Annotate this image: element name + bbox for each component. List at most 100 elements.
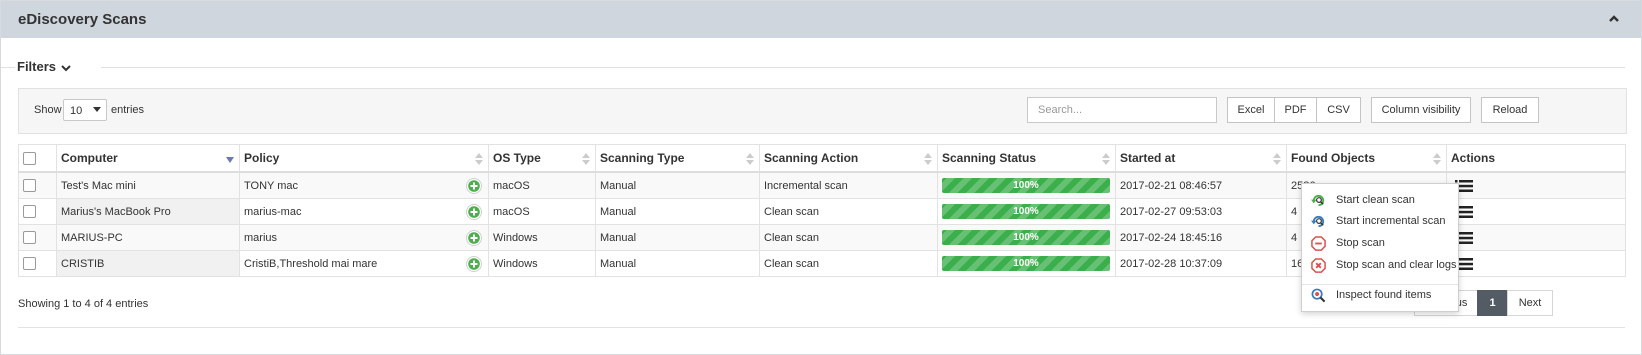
menu-item-stop-scan-clear-logs[interactable]: Stop scan and clear logs — [1302, 255, 1458, 275]
column-header-label: Policy — [244, 151, 280, 165]
column-header-scanning-type[interactable]: Scanning Type — [595, 144, 760, 173]
filters-divider — [101, 67, 1625, 68]
row-select-cell — [18, 224, 57, 251]
entries-per-page-select[interactable]: 10 — [63, 99, 107, 121]
sort-icon — [475, 153, 483, 165]
inspect-magnifier-icon — [1311, 288, 1326, 303]
sort-icon — [582, 153, 590, 165]
started-at-cell: 2017-02-24 18:45:16 — [1115, 224, 1287, 251]
started-at-cell: 2017-02-21 08:46:57 — [1115, 171, 1287, 199]
select-all-checkbox[interactable] — [23, 152, 36, 166]
row-checkbox[interactable] — [23, 257, 36, 270]
export-csv-button[interactable]: CSV — [1316, 97, 1361, 123]
plus-circle-icon[interactable] — [466, 230, 482, 246]
column-header-scanning-status[interactable]: Scanning Status — [937, 144, 1116, 173]
export-pdf-button[interactable]: PDF — [1274, 97, 1317, 123]
policy-cell: marius-mac — [239, 198, 489, 225]
column-header-actions: Actions — [1446, 144, 1626, 173]
status-progress-bar: 100% — [942, 256, 1110, 271]
sort-icon — [746, 153, 754, 165]
sort-desc-icon — [226, 157, 234, 163]
computer-cell: CRISTIB — [56, 250, 240, 277]
menu-item-label: Inspect found items — [1336, 289, 1432, 301]
reload-button[interactable]: Reload — [1481, 97, 1539, 123]
scanning-action-cell: Incremental scan — [759, 171, 938, 199]
menu-item-start-incremental-scan[interactable]: Start incremental scan — [1302, 211, 1458, 231]
dropdown-arrow-icon — [93, 107, 101, 112]
menu-item-inspect-found-items[interactable]: Inspect found items — [1302, 285, 1458, 305]
column-header-label: Found Objects — [1291, 151, 1375, 165]
menu-item-label: Stop scan — [1336, 237, 1385, 249]
actions-cell — [1446, 250, 1626, 277]
select-all-header — [18, 144, 57, 173]
table-header-row: Computer Policy OS Type Scanning Type Sc… — [18, 144, 1626, 173]
menu-item-start-clean-scan[interactable]: Start clean scan — [1302, 190, 1458, 210]
chevron-up-icon[interactable] — [1607, 12, 1621, 26]
filters-divider-left — [1, 67, 15, 68]
column-header-started-at[interactable]: Started at — [1115, 144, 1287, 173]
plus-circle-icon[interactable] — [466, 178, 482, 194]
column-header-os-type[interactable]: OS Type — [488, 144, 596, 173]
row-select-cell — [18, 171, 57, 199]
column-header-scanning-action[interactable]: Scanning Action — [759, 144, 938, 173]
sort-icon — [1433, 153, 1441, 165]
os-type-cell: Windows — [488, 224, 596, 251]
export-excel-button[interactable]: Excel — [1227, 97, 1275, 123]
menu-item-stop-scan[interactable]: Stop scan — [1302, 233, 1458, 253]
started-at-cell: 2017-02-27 09:53:03 — [1115, 198, 1287, 225]
scanning-action-cell: Clean scan — [759, 198, 938, 225]
actions-dropdown-menu: Start clean scan Start incremental scan … — [1301, 183, 1459, 312]
os-type-cell: Windows — [488, 250, 596, 277]
status-progress-bar: 100% — [942, 230, 1110, 245]
entries-per-page-value: 10 — [70, 105, 83, 117]
filters-toggle[interactable]: Filters — [17, 59, 78, 74]
computer-cell: Test's Mac mini — [56, 171, 240, 199]
actions-cell — [1446, 224, 1626, 251]
menu-item-label: Stop scan and clear logs — [1336, 259, 1457, 271]
table-info: Showing 1 to 4 of 4 entries — [18, 298, 149, 310]
computer-cell: MARIUS-PC — [56, 224, 240, 251]
scanning-type-cell: Manual — [595, 224, 760, 251]
column-header-label: OS Type — [493, 151, 541, 165]
row-checkbox[interactable] — [23, 231, 36, 244]
show-label: Show — [34, 104, 62, 116]
menu-item-label: Start incremental scan — [1336, 215, 1446, 227]
scanning-status-cell: 100% — [937, 250, 1116, 277]
column-header-found-objects[interactable]: Found Objects — [1286, 144, 1447, 173]
table-toolbar: Show 10 entries Search... Excel PDF CSV … — [18, 88, 1627, 134]
row-checkbox[interactable] — [23, 179, 36, 192]
scanning-type-cell: Manual — [595, 171, 760, 199]
bottom-divider — [18, 327, 1625, 328]
column-header-policy[interactable]: Policy — [239, 144, 489, 173]
pagination-page-1[interactable]: 1 — [1477, 290, 1508, 316]
computer-cell: Marius's MacBook Pro — [56, 198, 240, 225]
status-progress-bar: 100% — [942, 178, 1110, 193]
sort-icon — [1102, 153, 1110, 165]
plus-circle-icon[interactable] — [466, 256, 482, 272]
policy-cell: TONY mac — [239, 171, 489, 199]
column-header-label: Scanning Status — [942, 151, 1037, 165]
stop-x-icon — [1311, 258, 1326, 273]
column-header-label: Scanning Action — [764, 151, 859, 165]
policy-name: marius — [244, 231, 278, 244]
scanning-status-cell: 100% — [937, 198, 1116, 225]
pagination-next[interactable]: Next — [1507, 290, 1553, 316]
panel-header: eDiscovery Scans — [1, 1, 1641, 38]
chevron-down-icon — [61, 64, 71, 71]
ediscovery-scans-panel: eDiscovery Scans Filters Show 10 entries… — [0, 0, 1642, 355]
scanning-type-cell: Manual — [595, 198, 760, 225]
stop-minus-icon — [1311, 236, 1326, 251]
refresh-magnifier-icon — [1311, 215, 1325, 228]
column-visibility-button[interactable]: Column visibility — [1371, 97, 1471, 123]
policy-cell: CristiB,Threshold mai mare — [239, 250, 489, 277]
policy-name: CristiB,Threshold mai mare — [244, 257, 378, 270]
row-checkbox[interactable] — [23, 205, 36, 218]
actions-cell — [1446, 171, 1626, 199]
column-header-computer[interactable]: Computer — [56, 144, 240, 173]
search-input[interactable]: Search... — [1027, 97, 1217, 123]
plus-circle-icon[interactable] — [466, 204, 482, 220]
scanning-status-cell: 100% — [937, 171, 1116, 199]
scanning-status-cell: 100% — [937, 224, 1116, 251]
filters-label: Filters — [17, 59, 57, 74]
menu-item-label: Start clean scan — [1336, 194, 1415, 206]
